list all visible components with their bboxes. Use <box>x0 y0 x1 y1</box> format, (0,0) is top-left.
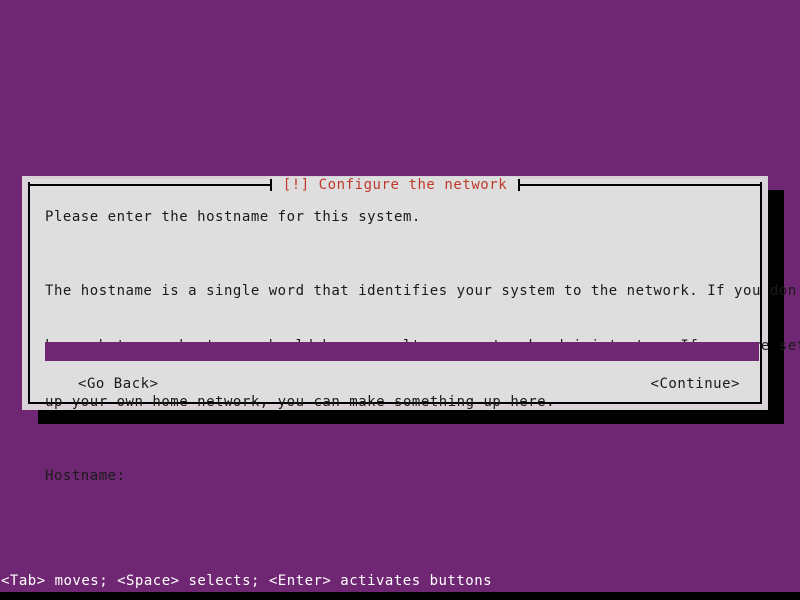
description-line-1: The hostname is a single word that ident… <box>45 282 800 299</box>
dialog-button-row: <Go Back> <Continue> <box>30 374 760 394</box>
status-bar-hint: <Tab> moves; <Space> selects; <Enter> ac… <box>1 573 493 589</box>
dialog-title-bar: [!] Configure the network <box>30 175 760 195</box>
title-rule-left <box>30 179 272 191</box>
hostname-label: Hostname: <box>45 468 126 484</box>
dialog-content-area: [!] Configure the network Please enter t… <box>28 177 800 484</box>
hostname-input[interactable]: server1 ________________________________… <box>45 342 759 361</box>
intro-text: Please enter the hostname for this syste… <box>45 209 421 225</box>
configure-network-dialog: [!] Configure the network Please enter t… <box>22 176 800 484</box>
dialog-title: [!] Configure the network <box>271 177 519 193</box>
go-back-button[interactable]: <Go Back> <box>78 374 159 394</box>
title-rule-right <box>518 179 760 191</box>
bottom-black-band <box>0 592 800 600</box>
description-line-3: up your own home network, you can make s… <box>45 393 556 410</box>
continue-button[interactable]: <Continue> <box>651 374 741 394</box>
